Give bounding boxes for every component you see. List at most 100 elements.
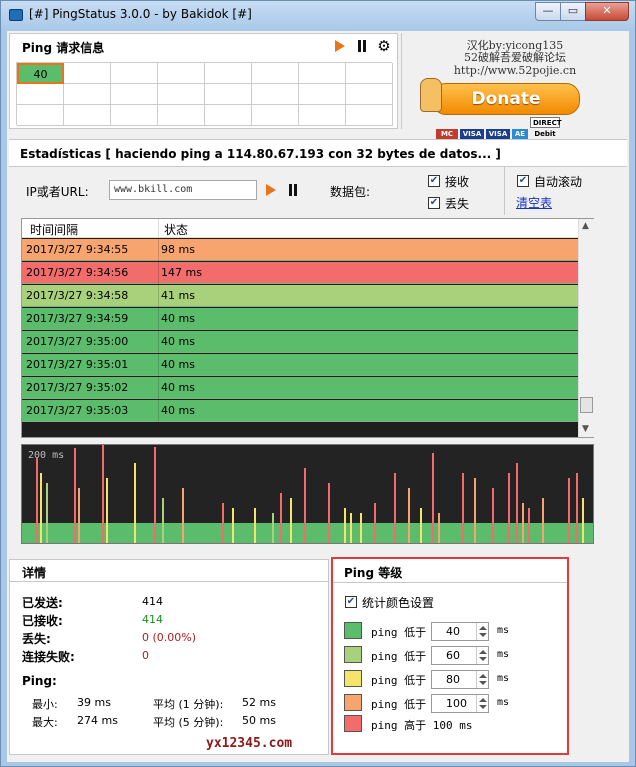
- row-status: 40 ms: [161, 335, 195, 348]
- level-threshold-input[interactable]: 40: [431, 622, 489, 641]
- ping-grid-cell: [205, 63, 252, 84]
- title-bar[interactable]: [#] PingStatus 3.0.0 - by Bakidok [#] — …: [1, 1, 635, 31]
- max-value: 274 ms: [77, 714, 118, 727]
- table-row[interactable]: 2017/3/27 9:34:58 41 ms: [22, 285, 578, 307]
- table-row[interactable]: 2017/3/27 9:35:02 40 ms: [22, 377, 578, 399]
- spin-up-icon[interactable]: [479, 650, 487, 654]
- table-scrollbar[interactable]: ▲ ▼: [578, 219, 594, 437]
- spin-down-icon[interactable]: [479, 657, 487, 661]
- ip-input[interactable]: www.bkill.com: [109, 180, 257, 200]
- column-status-header[interactable]: 状态: [164, 221, 188, 238]
- maximize-button[interactable]: ▭: [560, 2, 586, 21]
- spin-buttons[interactable]: [476, 623, 488, 640]
- graph-bar: [74, 448, 76, 543]
- connection-fail-label: 连接失败:: [22, 650, 75, 664]
- scroll-thumb[interactable]: [580, 397, 593, 413]
- row-time: 2017/3/27 9:35:01: [26, 358, 129, 371]
- details-divider: [10, 581, 328, 582]
- details-title: 详情: [22, 566, 47, 580]
- received-label: 已接收:: [22, 614, 63, 628]
- gear-icon[interactable]: ⚙: [376, 38, 392, 54]
- minimize-button[interactable]: —: [535, 2, 561, 21]
- graph-bar: [280, 493, 282, 543]
- spin-buttons[interactable]: [476, 671, 488, 688]
- scroll-down-icon[interactable]: ▼: [582, 424, 589, 434]
- row-status: 98 ms: [161, 243, 195, 256]
- graph-bar: [304, 468, 306, 543]
- graph-bar: [568, 478, 570, 543]
- spin-down-icon[interactable]: [479, 633, 487, 637]
- table-row[interactable]: 2017/3/27 9:34:56 147 ms: [22, 262, 578, 284]
- level-threshold-input[interactable]: 60: [431, 646, 489, 665]
- level-swatch[interactable]: [344, 622, 362, 639]
- graph-bar: [328, 483, 330, 543]
- level-threshold-value: 100: [446, 697, 467, 710]
- graph-bar: [46, 483, 48, 543]
- level-swatch[interactable]: [344, 694, 362, 711]
- spin-down-icon[interactable]: [479, 681, 487, 685]
- graph-bar: [492, 488, 494, 543]
- level-threshold-value: 40: [446, 625, 460, 638]
- lost-checkbox[interactable]: ✔: [428, 197, 440, 209]
- level-unit: ms: [497, 649, 510, 660]
- row-divider: [158, 285, 159, 307]
- level-threshold-input[interactable]: 100: [431, 694, 489, 713]
- client-area: Ping 请求信息 ⚙ 40 汉化by:yicong135 52破解吾爱破解论坛…: [7, 31, 629, 762]
- lost-label: 丢失: [445, 197, 470, 211]
- graph-bar: [438, 513, 440, 543]
- donate-button[interactable]: Donate: [432, 83, 580, 115]
- ip-label: IP或者URL:: [26, 185, 89, 199]
- levels-title: Ping 等级: [344, 566, 403, 580]
- receive-label: 接收: [445, 175, 470, 189]
- scroll-up-icon[interactable]: ▲: [582, 221, 589, 231]
- stat-color-checkbox[interactable]: ✔: [345, 596, 357, 608]
- ping-stats-label: Ping:: [22, 674, 57, 688]
- spin-buttons[interactable]: [476, 695, 488, 712]
- ping-graph: 200 ms: [21, 444, 594, 544]
- spin-buttons[interactable]: [476, 647, 488, 664]
- row-time: 2017/3/27 9:35:03: [26, 404, 129, 417]
- clear-table-link[interactable]: 清空表: [516, 194, 552, 211]
- table-row[interactable]: 2017/3/27 9:34:55 98 ms: [22, 239, 578, 261]
- play-icon[interactable]: [332, 38, 348, 54]
- level-threshold-input[interactable]: 80: [431, 670, 489, 689]
- autoscroll-checkbox[interactable]: ✔: [517, 175, 529, 187]
- avg-1min-label: 平均 (1 分钟):: [153, 698, 224, 711]
- level-high-label: ping 高于 100 ms: [371, 719, 473, 732]
- ping-grid-cell: 40: [17, 63, 64, 84]
- ping-grid-cell: [111, 105, 158, 126]
- graph-bar: [408, 488, 410, 543]
- receive-checkbox[interactable]: ✔: [428, 175, 440, 187]
- ping-grid-cell: [205, 105, 252, 126]
- table-row[interactable]: 2017/3/27 9:35:01 40 ms: [22, 354, 578, 376]
- column-time-header[interactable]: 时间间隔: [30, 221, 78, 238]
- spin-up-icon[interactable]: [479, 674, 487, 678]
- table-row[interactable]: 2017/3/27 9:34:59 40 ms: [22, 308, 578, 330]
- ping-grid-cell: [111, 84, 158, 105]
- ping-grid-cell: [252, 84, 299, 105]
- level-swatch[interactable]: [344, 646, 362, 663]
- packets-label: 数据包:: [330, 185, 371, 199]
- spin-down-icon[interactable]: [479, 705, 487, 709]
- ping-grid-cell: [64, 63, 111, 84]
- row-status: 147 ms: [161, 266, 202, 279]
- level-threshold-value: 60: [446, 649, 460, 662]
- spin-up-icon[interactable]: [479, 626, 487, 630]
- pause-ping-icon[interactable]: [285, 182, 301, 198]
- ping-levels-panel: Ping 等级 ✔ 统计颜色设置 ping 低于 40 ms ping 低于 60 ms p…: [331, 557, 569, 755]
- connection-fail-value: 0: [142, 649, 149, 662]
- start-ping-icon[interactable]: [263, 182, 279, 198]
- sent-value: 414: [142, 595, 163, 608]
- table-row[interactable]: 2017/3/27 9:35:03 40 ms: [22, 400, 578, 422]
- graph-bar: [420, 508, 422, 543]
- level-swatch-high[interactable]: [344, 715, 362, 732]
- close-button[interactable]: ✕: [585, 2, 629, 21]
- ping-grid-cell: [252, 63, 299, 84]
- spin-up-icon[interactable]: [479, 698, 487, 702]
- pause-icon[interactable]: [354, 38, 370, 54]
- ping-grid-cell: [299, 84, 346, 105]
- level-swatch[interactable]: [344, 670, 362, 687]
- promo-area: 汉化by:yicong135 52破解吾爱破解论坛 http://www.52p…: [401, 33, 627, 140]
- table-row[interactable]: 2017/3/27 9:35:00 40 ms: [22, 331, 578, 353]
- row-divider: [158, 377, 159, 399]
